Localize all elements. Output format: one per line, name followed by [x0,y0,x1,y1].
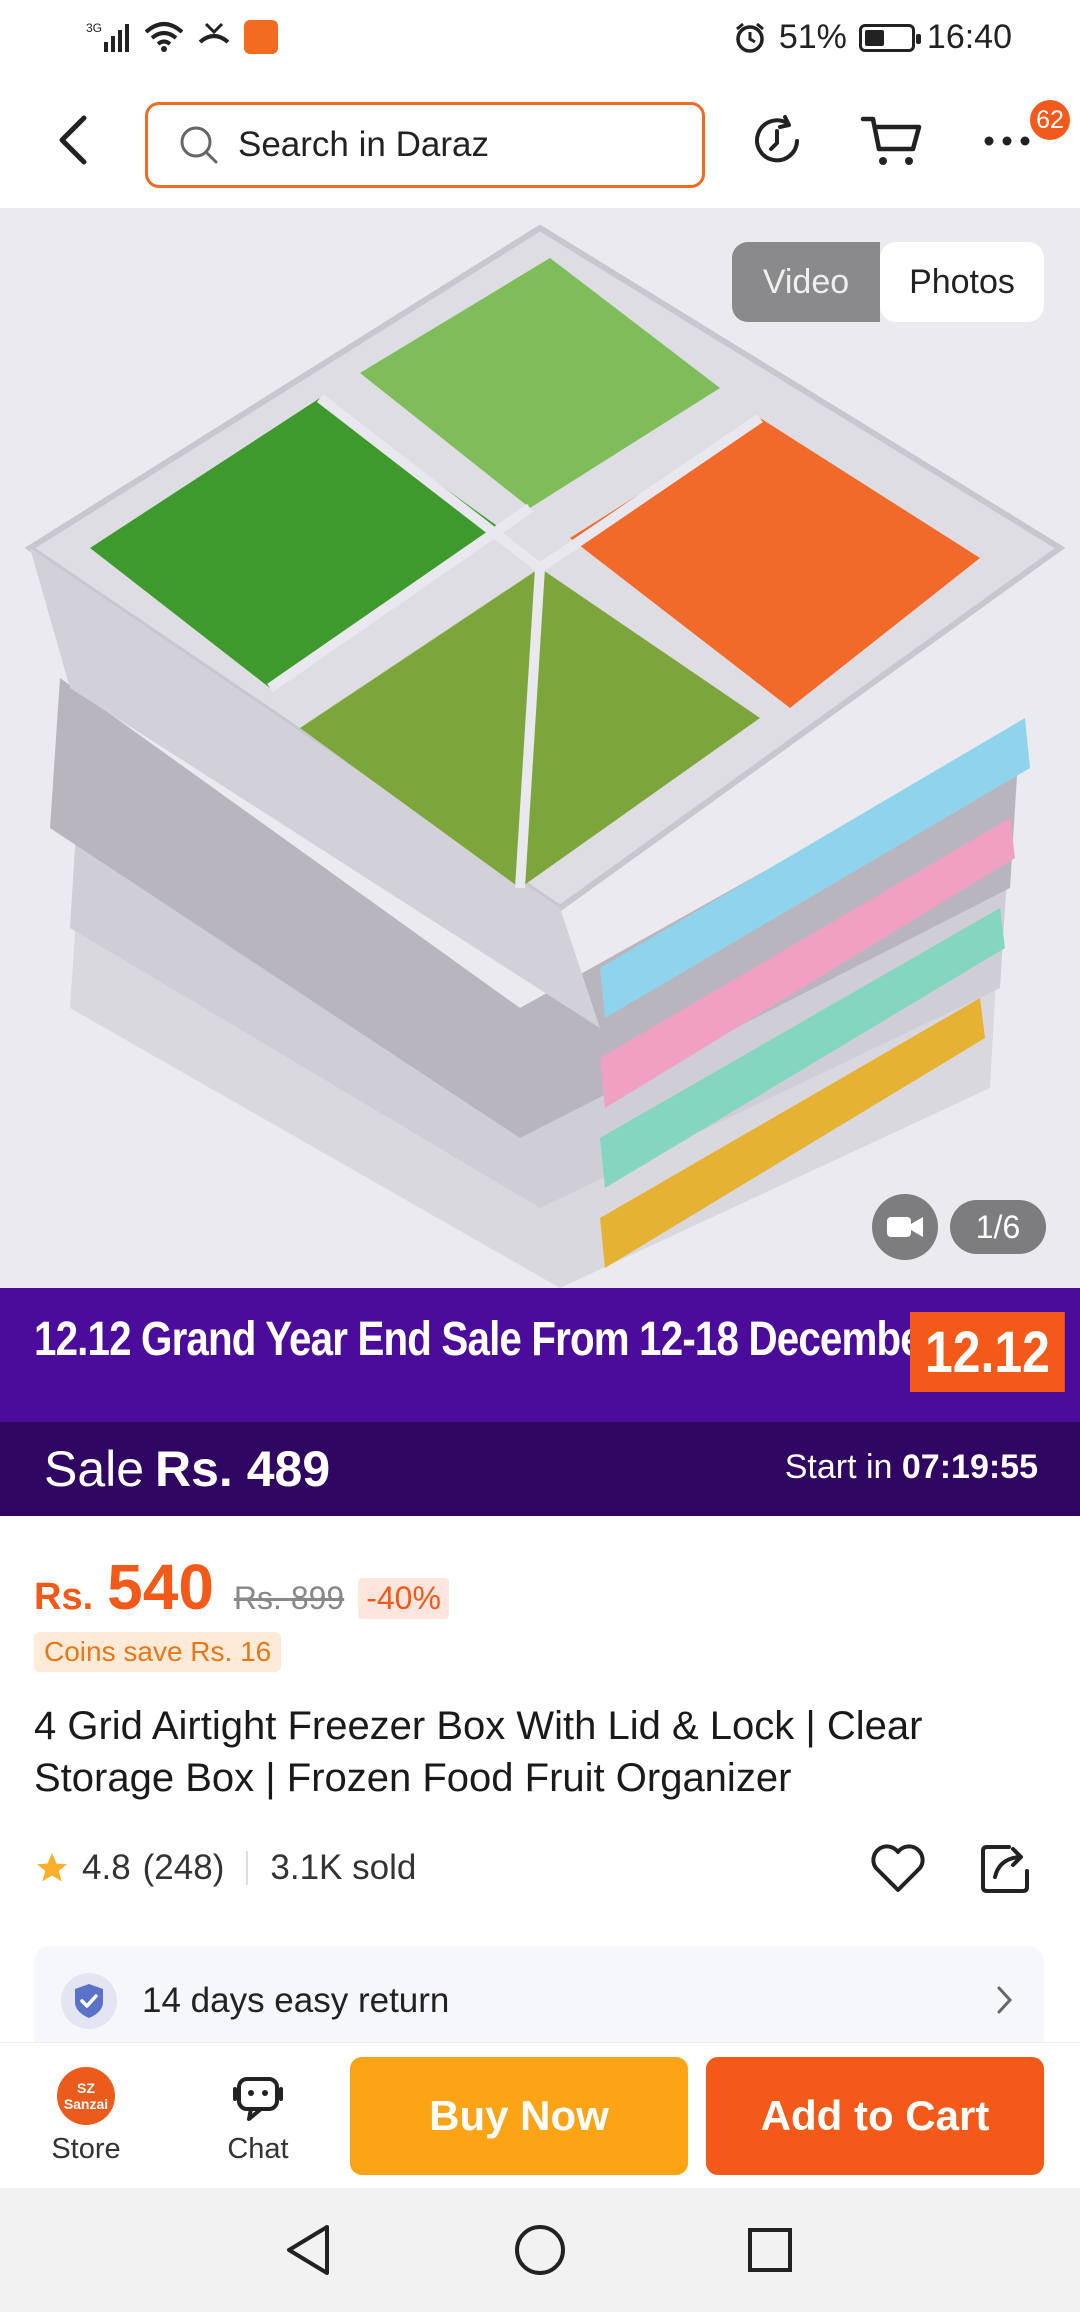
wishlist-button[interactable] [866,1836,930,1900]
original-price: Rs. 899 [233,1580,345,1616]
wifi-icon [144,22,184,52]
currency: Rs. [34,1576,94,1618]
countdown: Start in 07:19:55 [785,1448,1038,1487]
system-back-button[interactable] [278,2220,338,2280]
status-right: 51% 16:40 [733,18,1012,57]
circle-home-icon [515,2225,565,2275]
video-camera-icon [887,1217,923,1237]
search-icon [180,126,218,164]
tab-video[interactable]: Video [732,242,880,322]
store-tab[interactable]: SZ Sanzai Store [26,2065,146,2166]
top-nav: Search in Daraz 62 [0,82,1080,208]
daraz-notification-icon [244,20,278,54]
system-nav-bar [0,2188,1080,2312]
star-icon [37,1853,67,1882]
battery-percent: 51% [778,18,847,56]
history-button[interactable] [742,106,812,176]
rating-row[interactable]: 4.8 (248) 3.1K sold [34,1840,416,1896]
cart-button[interactable] [856,106,926,176]
battery-level [864,29,885,46]
svg-text:3G: 3G [86,21,102,35]
chat-label: Chat [227,2133,289,2165]
sale-price: Rs. 489 [155,1441,331,1497]
countdown-timer: 07:19:55 [901,1448,1038,1486]
store-logo: SZ Sanzai [57,2067,115,2125]
missed-call-icon [198,22,230,44]
buy-now-button[interactable]: Buy Now [350,2057,688,2175]
product-image-gallery[interactable]: Video Photos 1/6 [0,208,1080,1288]
signal-icon: 3G [86,21,129,52]
chevron-right-icon [997,1986,1013,2014]
bottom-action-bar: SZ Sanzai Store Chat Buy Now Add to Cart [0,2042,1080,2188]
promo-banner[interactable]: 12.12 Grand Year End Sale From 12-18 Dec… [0,1288,1080,1422]
store-label: Store [51,2133,121,2165]
search-placeholder: Search in Daraz [238,125,489,164]
media-toggle: Video Photos [732,242,1044,322]
share-button[interactable] [974,1836,1038,1900]
sold-count: 3.1K sold [270,1848,417,1887]
notification-badge: 62 [1030,100,1070,140]
tab-photos[interactable]: Photos [880,242,1044,322]
price-row: Rs. 540 Rs. 899 -40% [34,1550,449,1623]
triangle-back-icon [287,2225,329,2275]
coins-save-badge[interactable]: Coins save Rs. 16 [34,1632,282,1672]
divider [246,1851,249,1885]
search-input[interactable]: Search in Daraz [145,102,705,188]
alarm-icon [735,22,764,53]
rating-value: 4.8 [82,1848,131,1887]
discount-badge: -40% [358,1578,449,1619]
status-bar: 3G 51% 16:40 [0,0,1080,82]
review-count: (248) [142,1848,225,1887]
product-title: 4 Grid Airtight Freezer Box With Lid & L… [34,1704,923,1800]
return-policy-card[interactable]: 14 days easy return [34,1946,1044,2056]
clock: 16:40 [926,18,1012,56]
chat-tab[interactable]: Chat [198,2065,318,2166]
current-price: 540 [107,1551,214,1623]
battery-icon [858,23,921,52]
start-label: Start in [784,1448,893,1486]
add-to-cart-button[interactable]: Add to Cart [706,2057,1044,2175]
share-icon [981,1845,1029,1893]
square-recents-icon [748,2228,792,2272]
heart-icon [871,1844,925,1892]
promo-badge: 12.12 [910,1312,1065,1392]
cart-icon [860,116,922,165]
back-icon [59,115,87,165]
more-icon [984,136,1030,146]
system-recents-button[interactable] [740,2220,800,2280]
sale-countdown-strip: Sale Rs. 489 Start in 07:19:55 [0,1422,1080,1516]
chat-bot-icon [233,2077,283,2121]
product-image [0,208,1080,1288]
image-page-indicator: 1/6 [950,1200,1046,1254]
system-home-button[interactable] [510,2220,570,2280]
promo-banner-text: 12.12 Grand Year End Sale From 12-18 Dec… [34,1313,938,1366]
status-left: 3G [86,20,278,54]
shield-check-icon [61,1973,117,2029]
sale-label: Sale [44,1441,145,1497]
return-policy-text: 14 days easy return [142,1981,450,2020]
back-button[interactable] [42,108,106,172]
history-icon [755,115,799,163]
play-video-button[interactable] [872,1194,938,1260]
